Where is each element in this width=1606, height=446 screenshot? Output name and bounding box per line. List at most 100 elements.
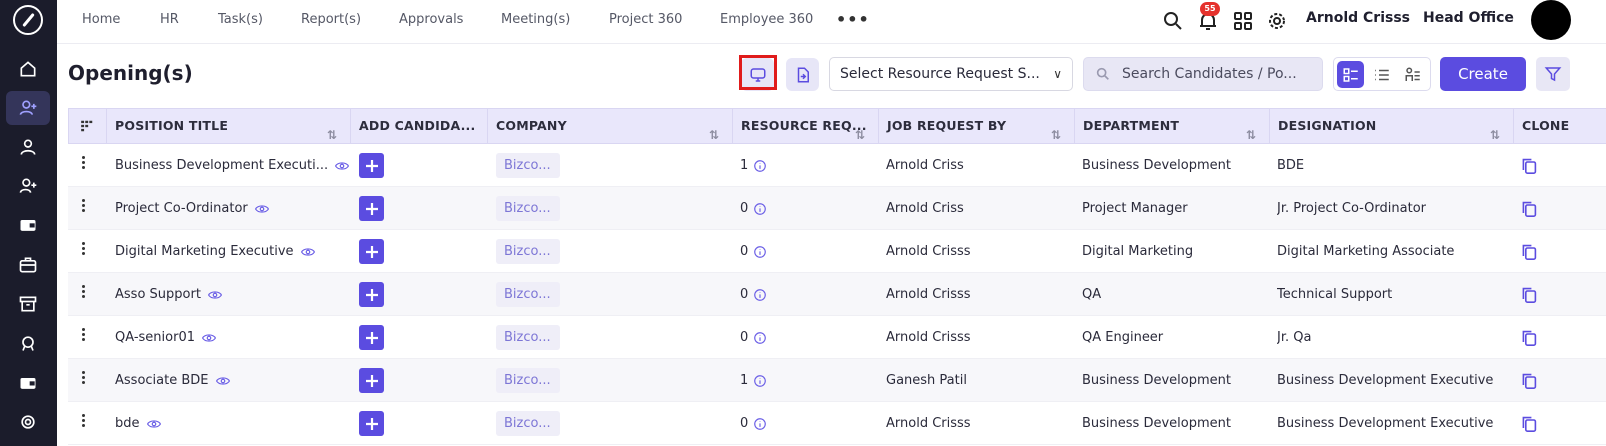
add-candidate-button[interactable] (359, 239, 384, 264)
user-plus-icon[interactable] (6, 169, 50, 203)
add-candidate-button[interactable] (359, 196, 384, 221)
header-add-candidate[interactable]: ADD CANDIDA... (351, 109, 488, 143)
position-title[interactable]: Asso Support (115, 287, 201, 302)
add-candidate-button[interactable] (359, 411, 384, 436)
add-candidate-button[interactable] (359, 282, 384, 307)
header-company[interactable]: COMPANY ⇅ (488, 109, 733, 143)
add-user-icon[interactable] (6, 91, 50, 125)
nav-reports[interactable]: Report(s) (301, 12, 361, 27)
position-title-cell[interactable]: QA-senior01 (115, 316, 355, 359)
table-row[interactable]: Asso Support Bizco... 0 Arnold Crisss QA Tech… (68, 273, 1606, 316)
sort-icon[interactable]: ⇅ (709, 118, 723, 142)
nav-tasks[interactable]: Task(s) (218, 12, 263, 27)
eye-icon[interactable] (202, 333, 216, 343)
user-icon[interactable] (6, 130, 50, 164)
resource-request-select[interactable]: Select Resource Request S... ∨ (829, 57, 1073, 91)
copy-icon[interactable] (1521, 415, 1537, 433)
filter-button[interactable] (1536, 57, 1570, 91)
company-chip[interactable]: Bizco... (496, 411, 560, 436)
row-menu-icon[interactable] (82, 328, 86, 342)
wallet-icon[interactable] (6, 208, 50, 242)
more-menu-icon[interactable]: ••• (836, 10, 870, 29)
row-menu-icon[interactable] (82, 156, 86, 170)
table-row[interactable]: bde Bizco... 0 Arnold Crisss Business Develo… (68, 402, 1606, 445)
row-menu-icon[interactable] (82, 371, 86, 385)
eye-icon[interactable] (146, 419, 161, 429)
row-menu-icon[interactable] (82, 199, 86, 213)
nav-home[interactable]: Home (82, 12, 120, 27)
row-menu-icon[interactable] (82, 285, 86, 299)
sort-icon[interactable]: ⇅ (1246, 118, 1260, 142)
copy-icon[interactable] (1521, 372, 1537, 390)
badge-icon[interactable] (6, 326, 50, 360)
nav-employee-360[interactable]: Employee 360 (720, 12, 813, 27)
info-icon[interactable] (753, 374, 767, 388)
add-candidate-button[interactable] (359, 368, 384, 393)
eye-icon[interactable] (335, 161, 350, 171)
user-name[interactable]: Arnold Crisss (1306, 10, 1410, 26)
nav-project-360[interactable]: Project 360 (609, 12, 682, 27)
settings-icon[interactable] (6, 405, 50, 439)
position-title-cell[interactable]: bde (115, 402, 355, 445)
nav-meetings[interactable]: Meeting(s) (501, 12, 570, 27)
position-title[interactable]: Business Development Executi... (115, 158, 328, 173)
copy-icon[interactable] (1521, 157, 1537, 175)
position-title-cell[interactable]: Project Co-Ordinator (115, 187, 355, 230)
company-chip[interactable]: Bizco... (496, 325, 560, 350)
import-button[interactable] (786, 58, 819, 91)
eye-icon[interactable] (254, 204, 269, 214)
create-button[interactable]: Create (1440, 57, 1526, 91)
list-view-button[interactable] (1368, 61, 1395, 88)
home-icon[interactable] (6, 52, 50, 86)
sort-icon[interactable]: ⇅ (327, 118, 341, 142)
info-icon[interactable] (753, 245, 767, 259)
header-clone[interactable]: CLONE (1514, 109, 1606, 143)
header-resource-request[interactable]: RESOURCE REQ... ⇅ (733, 109, 879, 143)
eye-icon[interactable] (207, 290, 222, 300)
apps-grid-icon[interactable] (1231, 9, 1255, 33)
card-icon[interactable] (6, 366, 50, 400)
gear-icon[interactable] (1265, 9, 1289, 33)
table-row[interactable]: Project Co-Ordinator Bizco... 0 Arnold Cris… (68, 187, 1606, 230)
eye-icon[interactable] (215, 376, 230, 386)
header-department[interactable]: DEPARTMENT ⇅ (1075, 109, 1270, 143)
info-icon[interactable] (753, 417, 767, 431)
copy-icon[interactable] (1521, 243, 1537, 261)
nav-approvals[interactable]: Approvals (399, 12, 463, 27)
table-row[interactable]: Associate BDE Bizco... 1 Ganesh Patil Busine… (68, 359, 1606, 402)
copy-icon[interactable] (1521, 200, 1537, 218)
sort-icon[interactable]: ⇅ (855, 118, 869, 142)
add-candidate-button[interactable] (359, 325, 384, 350)
copy-icon[interactable] (1521, 286, 1537, 304)
sort-icon[interactable]: ⇅ (1490, 118, 1504, 142)
row-menu-icon[interactable] (82, 242, 86, 256)
header-designation[interactable]: DESIGNATION ⇅ (1270, 109, 1514, 143)
org-view-button[interactable] (1399, 61, 1426, 88)
search-box[interactable] (1083, 57, 1323, 91)
add-candidate-button[interactable] (359, 153, 384, 178)
archive-icon[interactable] (6, 287, 50, 321)
position-title-cell[interactable]: Digital Marketing Executive (115, 230, 355, 273)
copy-icon[interactable] (1521, 329, 1537, 347)
search-input[interactable] (1122, 58, 1318, 90)
company-chip[interactable]: Bizco... (496, 196, 560, 221)
avatar[interactable] (1531, 0, 1571, 40)
row-menu-icon[interactable] (82, 414, 86, 428)
table-row[interactable]: Business Development Executi... Bizco... 1… (68, 144, 1606, 187)
position-title[interactable]: Digital Marketing Executive (115, 244, 294, 259)
position-title-cell[interactable]: Associate BDE (115, 359, 355, 402)
table-row[interactable]: Digital Marketing Executive Bizco... 0 Arno… (68, 230, 1606, 273)
table-row[interactable]: QA-senior01 Bizco... 0 Arnold Crisss QA Engi… (68, 316, 1606, 359)
position-title[interactable]: QA-senior01 (115, 330, 195, 345)
office-name[interactable]: Head Office (1423, 10, 1514, 26)
search-icon[interactable] (1161, 9, 1185, 33)
app-logo[interactable] (13, 5, 43, 35)
eye-icon[interactable] (300, 247, 315, 257)
position-title[interactable]: bde (115, 416, 140, 431)
info-icon[interactable] (753, 331, 767, 345)
company-chip[interactable]: Bizco... (496, 368, 560, 393)
card-view-button[interactable] (1337, 61, 1364, 88)
sort-icon[interactable]: ⇅ (1051, 118, 1065, 142)
position-title-cell[interactable]: Business Development Executi... (115, 144, 355, 187)
company-chip[interactable]: Bizco... (496, 153, 560, 178)
